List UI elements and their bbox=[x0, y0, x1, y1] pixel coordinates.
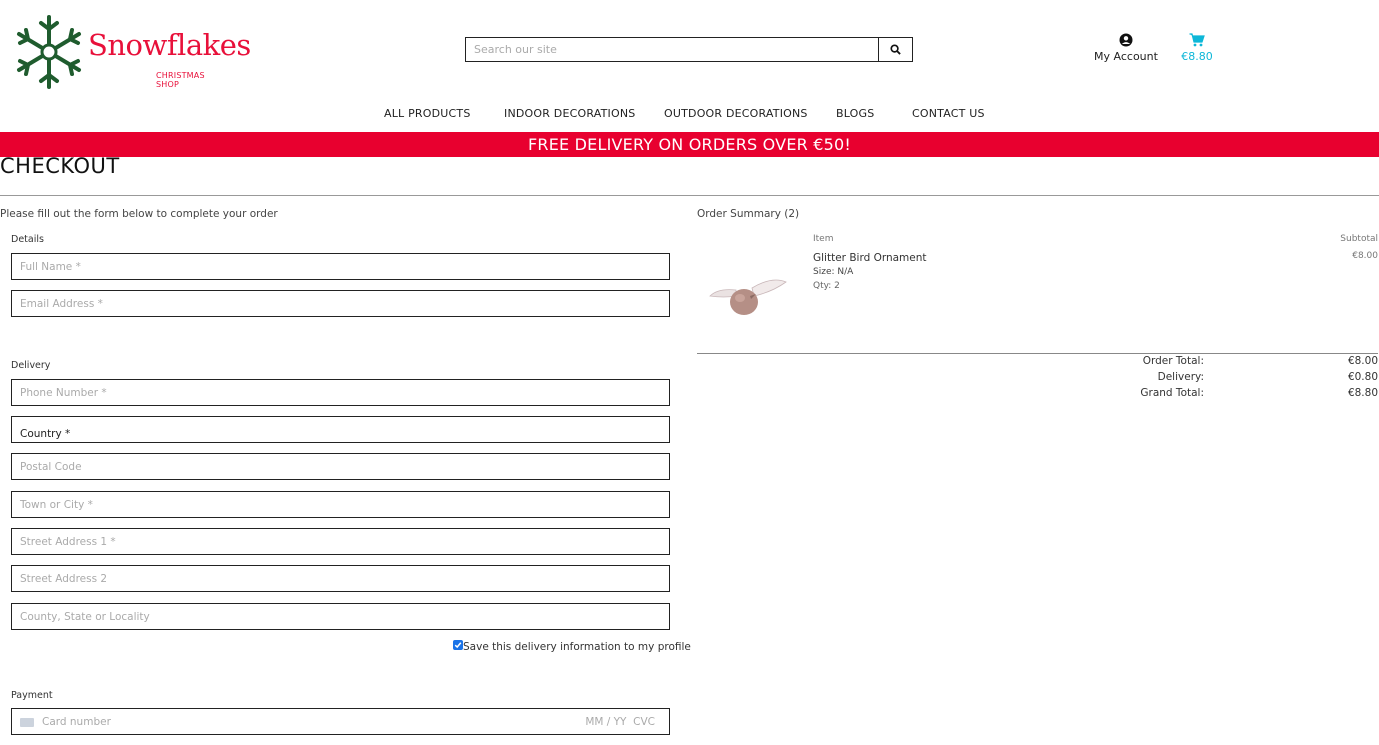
nav-contact-us[interactable]: CONTACT US bbox=[912, 107, 985, 120]
form-intro: Please fill out the form below to comple… bbox=[0, 208, 278, 220]
card-expiry-cvc: MM / YY CVC bbox=[585, 715, 655, 728]
item-column-header: Item bbox=[813, 234, 834, 244]
country-value: Country * bbox=[20, 428, 71, 440]
phone-placeholder: Phone Number * bbox=[20, 386, 107, 399]
email-field[interactable]: Email Address * bbox=[11, 290, 670, 317]
delivery-label: Delivery bbox=[11, 360, 51, 371]
nav-blogs[interactable]: BLOGS bbox=[836, 107, 874, 120]
card-number-field[interactable]: Card number MM / YY CVC bbox=[11, 708, 670, 735]
item-name: Glitter Bird Ornament bbox=[813, 252, 927, 264]
country-select[interactable]: Country * bbox=[11, 416, 670, 443]
nav-outdoor-decorations[interactable]: OUTDOOR DECORATIONS bbox=[664, 107, 808, 120]
credit-card-icon bbox=[20, 718, 34, 727]
postal-placeholder: Postal Code bbox=[20, 460, 82, 473]
check-icon bbox=[454, 642, 462, 649]
email-placeholder: Email Address * bbox=[20, 297, 103, 310]
nav-indoor-decorations[interactable]: INDOOR DECORATIONS bbox=[504, 107, 635, 120]
promo-banner: FREE DELIVERY ON ORDERS OVER €50! bbox=[0, 132, 1379, 157]
street-address-2-field[interactable]: Street Address 2 bbox=[11, 565, 670, 592]
order-summary-title: Order Summary (2) bbox=[697, 208, 800, 220]
search-input[interactable] bbox=[466, 38, 878, 61]
delivery-cost-label: Delivery: bbox=[1157, 371, 1204, 383]
user-circle-icon bbox=[1119, 33, 1133, 47]
grand-total-value: €8.80 bbox=[1347, 387, 1378, 399]
county-placeholder: County, State or Locality bbox=[20, 610, 150, 623]
nav-all-products[interactable]: ALL PRODUCTS bbox=[384, 107, 471, 120]
cart-amount: €8.80 bbox=[1181, 50, 1213, 63]
summary-divider bbox=[697, 353, 1378, 354]
postal-code-field[interactable]: Postal Code bbox=[11, 453, 670, 480]
snowflake-icon bbox=[17, 15, 81, 89]
divider bbox=[0, 195, 1379, 196]
grand-total-label: Grand Total: bbox=[1140, 387, 1204, 399]
phone-field[interactable]: Phone Number * bbox=[11, 379, 670, 406]
town-field[interactable]: Town or City * bbox=[11, 491, 670, 518]
payment-label: Payment bbox=[11, 690, 53, 701]
cart-icon bbox=[1189, 33, 1205, 47]
street1-placeholder: Street Address 1 * bbox=[20, 535, 116, 548]
full-name-placeholder: Full Name * bbox=[20, 260, 81, 273]
details-label: Details bbox=[11, 234, 44, 245]
brand-name: Snowflakes bbox=[88, 28, 251, 62]
bird-ornament-image bbox=[706, 274, 788, 322]
save-info-label: Save this delivery information to my pro… bbox=[463, 641, 691, 653]
brand-tagline: CHRISTMAS SHOP bbox=[156, 71, 205, 89]
full-name-field[interactable]: Full Name * bbox=[11, 253, 670, 280]
cart-link[interactable]: €8.80 bbox=[1178, 33, 1216, 63]
search-button[interactable] bbox=[878, 38, 912, 61]
item-qty: Qty: 2 bbox=[813, 281, 840, 291]
save-info-checkbox[interactable] bbox=[453, 640, 463, 650]
item-size: Size: N/A bbox=[813, 267, 854, 277]
street2-placeholder: Street Address 2 bbox=[20, 572, 108, 585]
card-placeholder: Card number bbox=[42, 715, 111, 728]
item-subtotal: €8.00 bbox=[1352, 251, 1378, 261]
delivery-cost-value: €0.80 bbox=[1347, 371, 1378, 383]
county-field[interactable]: County, State or Locality bbox=[11, 603, 670, 630]
my-account-link[interactable]: My Account bbox=[1092, 33, 1160, 63]
search-bar bbox=[465, 37, 913, 62]
page-title: CHECKOUT bbox=[0, 154, 120, 178]
street-address-1-field[interactable]: Street Address 1 * bbox=[11, 528, 670, 555]
search-icon bbox=[890, 44, 901, 55]
town-placeholder: Town or City * bbox=[20, 498, 93, 511]
order-total-label: Order Total: bbox=[1142, 355, 1204, 367]
my-account-label: My Account bbox=[1094, 50, 1158, 63]
logo[interactable]: Snowflakes CHRISTMAS SHOP bbox=[14, 13, 251, 91]
order-total-value: €8.00 bbox=[1347, 355, 1378, 367]
subtotal-column-header: Subtotal bbox=[1340, 234, 1378, 244]
